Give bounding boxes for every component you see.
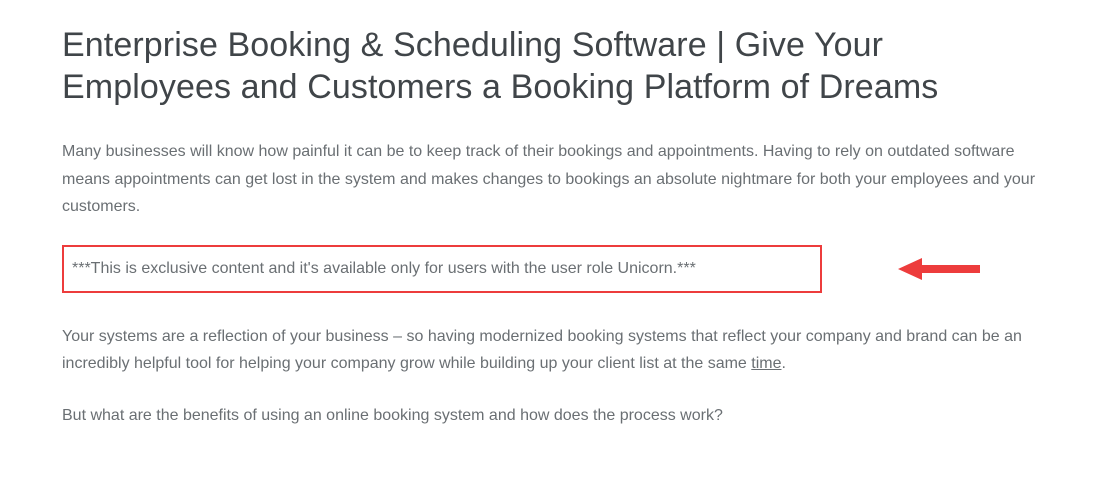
callout-annotation: ***This is exclusive content and it's av… [62, 245, 1040, 293]
article-page: Enterprise Booking & Scheduling Software… [0, 0, 1100, 429]
intro-paragraph: Many businesses will know how painful it… [62, 138, 1040, 221]
arrow-left-icon [898, 258, 982, 280]
highlight-box: ***This is exclusive content and it's av… [62, 245, 822, 293]
paragraph2-prefix: Your systems are a reflection of your bu… [62, 328, 1022, 373]
body-paragraph-3: But what are the benefits of using an on… [62, 402, 1040, 430]
paragraph2-suffix: . [782, 355, 786, 372]
page-title: Enterprise Booking & Scheduling Software… [62, 24, 1040, 108]
underlined-word: time [751, 355, 781, 372]
exclusive-content-notice: ***This is exclusive content and it's av… [72, 257, 808, 281]
body-paragraph-2: Your systems are a reflection of your bu… [62, 323, 1040, 378]
